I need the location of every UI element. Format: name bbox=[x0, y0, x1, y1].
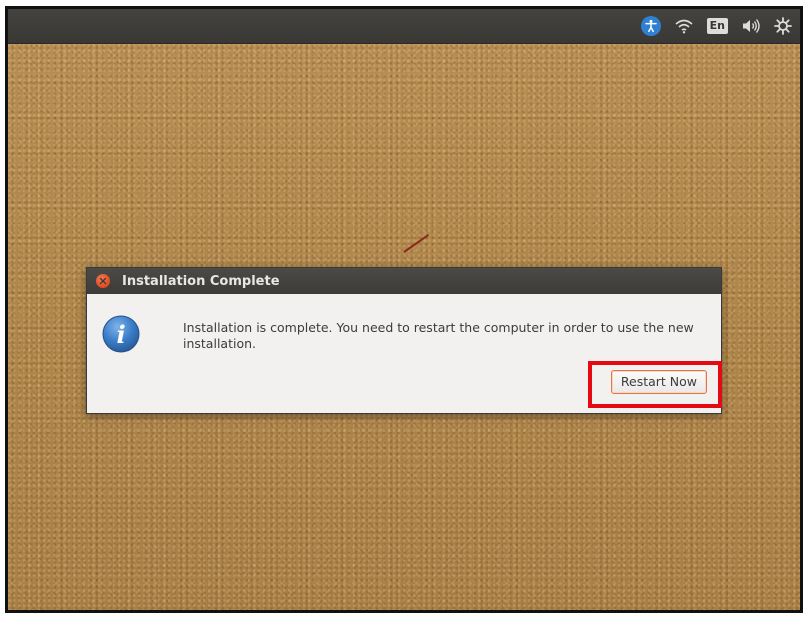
keyboard-language-icon[interactable]: En bbox=[706, 15, 728, 37]
volume-icon[interactable] bbox=[741, 15, 761, 37]
top-panel: En bbox=[8, 9, 800, 44]
language-label: En bbox=[706, 18, 728, 34]
svg-text:i: i bbox=[116, 320, 125, 349]
dialog-titlebar: Installation Complete bbox=[87, 268, 721, 294]
wifi-icon[interactable] bbox=[674, 15, 694, 37]
screenshot-frame: En Installation Complete i Installation … bbox=[5, 6, 803, 613]
restart-now-button[interactable]: Restart Now bbox=[610, 370, 707, 394]
desktop-wallpaper-mark bbox=[403, 233, 430, 253]
dialog-title: Installation Complete bbox=[122, 273, 280, 289]
desktop: En Installation Complete i Installation … bbox=[8, 9, 800, 610]
dialog-body: i Installation is complete. You need to … bbox=[87, 294, 721, 412]
system-tray: En bbox=[640, 15, 792, 37]
accessibility-icon[interactable] bbox=[640, 15, 661, 37]
settings-gear-icon[interactable] bbox=[774, 15, 792, 37]
info-icon: i bbox=[101, 314, 141, 354]
dialog-message: Installation is complete. You need to re… bbox=[183, 320, 694, 351]
installation-complete-dialog: Installation Complete i Installation is … bbox=[86, 267, 722, 414]
close-icon[interactable] bbox=[96, 274, 110, 288]
